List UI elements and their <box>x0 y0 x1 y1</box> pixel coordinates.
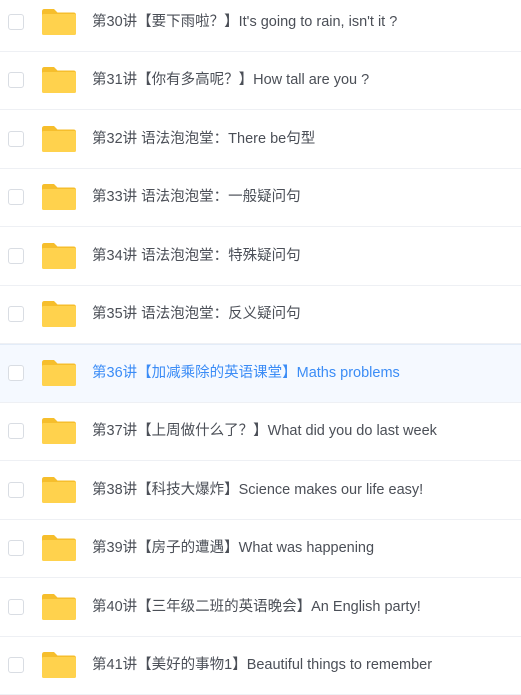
select-checkbox[interactable] <box>8 482 24 498</box>
file-row[interactable]: 第33讲 语法泡泡堂：一般疑问句 <box>0 169 521 228</box>
select-checkbox[interactable] <box>8 657 24 673</box>
folder-icon <box>41 8 77 36</box>
folder-icon <box>41 66 77 94</box>
file-row[interactable]: 第35讲 语法泡泡堂：反义疑问句 <box>0 286 521 345</box>
select-checkbox[interactable] <box>8 599 24 615</box>
file-row[interactable]: 第37讲【上周做什么了？】What did you do last week <box>0 403 521 462</box>
folder-icon <box>41 359 77 387</box>
select-checkbox[interactable] <box>8 365 24 381</box>
file-row[interactable]: 第40讲【三年级二班的英语晚会】An English party! <box>0 578 521 637</box>
folder-icon <box>41 417 77 445</box>
select-checkbox[interactable] <box>8 14 24 30</box>
file-name[interactable]: 第40讲【三年级二班的英语晚会】An English party! <box>92 598 511 616</box>
file-row[interactable]: 第31讲【你有多高呢？】How tall are you ? <box>0 52 521 111</box>
file-row[interactable]: 第32讲 语法泡泡堂：There be句型 <box>0 110 521 169</box>
file-name[interactable]: 第41讲【美好的事物1】Beautiful things to remember <box>92 656 511 674</box>
select-checkbox[interactable] <box>8 248 24 264</box>
select-checkbox[interactable] <box>8 423 24 439</box>
file-row[interactable]: 第41讲【美好的事物1】Beautiful things to remember <box>0 637 521 695</box>
folder-icon <box>41 242 77 270</box>
file-name[interactable]: 第35讲 语法泡泡堂：反义疑问句 <box>92 305 511 323</box>
file-row[interactable]: 第34讲 语法泡泡堂：特殊疑问句 <box>0 227 521 286</box>
file-name[interactable]: 第32讲 语法泡泡堂：There be句型 <box>92 130 511 148</box>
file-row[interactable]: 第38讲【科技大爆炸】Science makes our life easy! <box>0 461 521 520</box>
file-name[interactable]: 第37讲【上周做什么了？】What did you do last week <box>92 422 511 440</box>
select-checkbox[interactable] <box>8 540 24 556</box>
file-name[interactable]: 第38讲【科技大爆炸】Science makes our life easy! <box>92 481 511 499</box>
file-row[interactable]: 第30讲【要下雨啦？】It's going to rain, isn't it … <box>0 0 521 52</box>
folder-icon <box>41 183 77 211</box>
folder-icon <box>41 534 77 562</box>
file-name-link[interactable]: 第36讲【加减乘除的英语课堂】Maths problems <box>92 364 511 382</box>
file-row-hovered[interactable]: 第36讲【加减乘除的英语课堂】Maths problems <box>0 344 521 403</box>
file-list: 第30讲【要下雨啦？】It's going to rain, isn't it … <box>0 0 521 695</box>
select-checkbox[interactable] <box>8 131 24 147</box>
select-checkbox[interactable] <box>8 189 24 205</box>
folder-icon <box>41 125 77 153</box>
select-checkbox[interactable] <box>8 306 24 322</box>
file-name[interactable]: 第39讲【房子的遭遇】What was happening <box>92 539 511 557</box>
file-name[interactable]: 第33讲 语法泡泡堂：一般疑问句 <box>92 188 511 206</box>
select-checkbox[interactable] <box>8 72 24 88</box>
file-name[interactable]: 第34讲 语法泡泡堂：特殊疑问句 <box>92 247 511 265</box>
file-row[interactable]: 第39讲【房子的遭遇】What was happening <box>0 520 521 579</box>
folder-icon <box>41 593 77 621</box>
file-name[interactable]: 第31讲【你有多高呢？】How tall are you ? <box>92 71 511 89</box>
folder-icon <box>41 651 77 679</box>
folder-icon <box>41 476 77 504</box>
file-name[interactable]: 第30讲【要下雨啦？】It's going to rain, isn't it … <box>92 13 511 31</box>
folder-icon <box>41 300 77 328</box>
